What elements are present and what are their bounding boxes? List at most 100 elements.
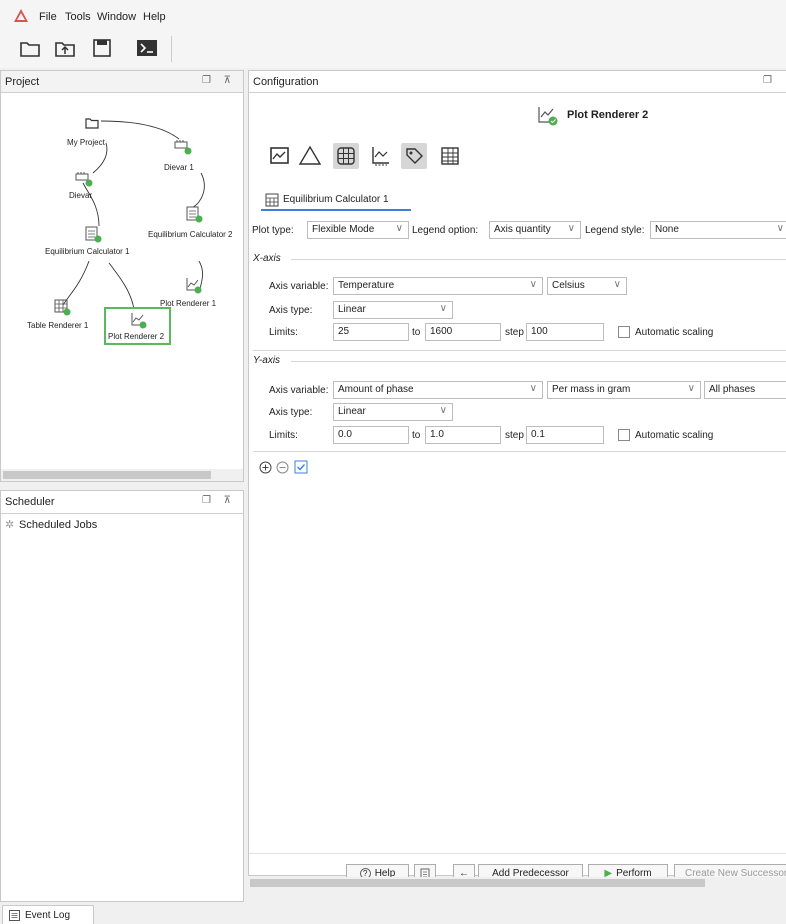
chevron-down-icon: ∨: [439, 405, 447, 416]
x-axis-divider: [291, 259, 786, 260]
y-axis-bottom-divider: [253, 451, 786, 452]
scheduler-panel-title: Scheduler: [5, 496, 55, 508]
calculator-icon: [265, 193, 279, 207]
x-axis-variable-label: Axis variable:: [269, 281, 329, 292]
x-axis-type-label: Axis type:: [269, 305, 313, 316]
event-log-label: Event Log: [25, 910, 71, 921]
restore-icon[interactable]: ❐: [202, 75, 211, 86]
enable-checkbox[interactable]: [294, 460, 308, 474]
menu-file[interactable]: File: [39, 11, 57, 23]
axis-chart-icon: [372, 147, 389, 166]
menu-window[interactable]: Window: [97, 11, 136, 23]
tab-equilibrium-calculator-1[interactable]: Equilibrium Calculator 1: [261, 189, 411, 211]
material-icon[interactable]: [75, 171, 93, 187]
chart-icon[interactable]: [185, 277, 203, 295]
y-axis-unit-select[interactable]: Per mass in gram ∨: [547, 381, 701, 399]
main-toolbar: [0, 30, 786, 68]
legend-option-label: Legend option:: [412, 225, 479, 236]
axis-tool-button[interactable]: [367, 143, 393, 169]
calculator-icon[interactable]: [85, 226, 103, 244]
plot-type-select[interactable]: Flexible Mode ∨: [307, 221, 409, 239]
triangle-icon: [298, 145, 322, 165]
chevron-down-icon: ∨: [687, 383, 695, 394]
event-log-tab[interactable]: Event Log: [2, 905, 94, 924]
project-panel: Project ❐ ⊼ My Project Dievar 1 Dievar E…: [0, 70, 244, 482]
config-scrollbar-track[interactable]: [248, 877, 786, 889]
node-title: Plot Renderer 2: [567, 109, 649, 121]
x-axis-limits-label: Limits:: [269, 327, 298, 338]
pin-icon[interactable]: ⊼: [224, 495, 231, 506]
project-scrollbar-thumb[interactable]: [3, 471, 211, 479]
scheduler-panel: Scheduler ❐ ⊼ ✲ Scheduled Jobs: [0, 490, 244, 902]
x-axis-variable-select[interactable]: Temperature ∨: [333, 277, 543, 295]
y-axis-auto-scaling-label: Automatic scaling: [635, 430, 714, 441]
x-axis-bottom-divider: [253, 350, 786, 351]
x-axis-unit-select[interactable]: Celsius ∨: [547, 277, 627, 295]
y-axis-type-select[interactable]: Linear ∨: [333, 403, 453, 421]
table-icon[interactable]: [54, 299, 72, 317]
node-my-project[interactable]: My Project: [67, 138, 105, 147]
node-plot2: Plot Renderer 2: [108, 332, 165, 341]
x-axis-type-select[interactable]: Linear ∨: [333, 301, 453, 319]
x-axis-auto-scaling-checkbox[interactable]: [618, 326, 630, 338]
node-table1[interactable]: Table Renderer 1: [27, 321, 88, 330]
y-axis-variable-select[interactable]: Amount of phase ∨: [333, 381, 543, 399]
material-icon[interactable]: [174, 139, 192, 155]
node-eq2[interactable]: Equilibrium Calculator 2: [148, 230, 232, 239]
y-axis-auto-scaling-checkbox[interactable]: [618, 429, 630, 441]
y-axis-step-label: step: [505, 430, 524, 441]
save-icon[interactable]: [92, 39, 112, 57]
triangle-tool-button[interactable]: [297, 143, 323, 169]
plot-settings-button[interactable]: [267, 143, 293, 169]
y-axis-limits-label: Limits:: [269, 430, 298, 441]
grid-tool-button[interactable]: [333, 143, 359, 169]
plot-type-value: Flexible Mode: [312, 224, 375, 235]
y-axis-to-input[interactable]: 1.0: [425, 426, 501, 444]
chevron-down-icon: ∨: [395, 223, 403, 234]
menu-bar: File Tools Window Help: [0, 0, 786, 30]
remove-axis-icon[interactable]: [276, 461, 289, 474]
open-folder-icon[interactable]: [55, 39, 75, 57]
x-axis-step-input[interactable]: 100: [526, 323, 604, 341]
config-scrollbar-thumb[interactable]: [250, 879, 705, 887]
menu-help[interactable]: Help: [143, 11, 166, 23]
node-dievar1[interactable]: Dievar 1: [164, 163, 194, 172]
project-scrollbar-track[interactable]: [1, 469, 243, 481]
restore-icon[interactable]: ❐: [763, 75, 772, 86]
restore-icon[interactable]: ❐: [202, 495, 211, 506]
y-axis-phases-select[interactable]: All phases: [704, 381, 786, 399]
node-eq1[interactable]: Equilibrium Calculator 1: [45, 247, 129, 256]
selected-node-plot2[interactable]: Plot Renderer 2: [104, 307, 171, 345]
y-axis-from-input[interactable]: 0.0: [333, 426, 409, 444]
node-dievar[interactable]: Dievar: [69, 191, 92, 200]
x-axis-from-input[interactable]: 25: [333, 323, 409, 341]
add-axis-icon[interactable]: [259, 461, 272, 474]
x-axis-step-label: step: [505, 327, 524, 338]
y-axis-unit-value: Per mass in gram: [552, 384, 631, 395]
folder-icon[interactable]: [20, 39, 40, 57]
y-axis-variable-value: Amount of phase: [338, 384, 414, 395]
label-tool-button[interactable]: [401, 143, 427, 169]
table-tool-button[interactable]: [437, 143, 463, 169]
y-axis-phases-value: All phases: [709, 384, 756, 395]
y-axis-type-label: Axis type:: [269, 407, 313, 418]
x-axis-to-input[interactable]: 1600: [425, 323, 501, 341]
y-axis-step-input[interactable]: 0.1: [526, 426, 604, 444]
gear-icon: ✲: [5, 519, 15, 531]
chart-icon: [131, 313, 147, 329]
menu-tools[interactable]: Tools: [65, 11, 91, 23]
y-axis-divider: [291, 361, 786, 362]
x-axis-section-title: X-axis: [253, 253, 281, 264]
legend-style-select[interactable]: None ∨: [650, 221, 786, 239]
scheduled-jobs-item[interactable]: Scheduled Jobs: [19, 519, 97, 531]
chevron-down-icon: ∨: [567, 223, 575, 234]
y-axis-variable-label: Axis variable:: [269, 385, 329, 396]
project-folder-icon[interactable]: [85, 117, 99, 129]
y-axis-type-value: Linear: [338, 406, 366, 417]
console-icon[interactable]: [136, 39, 158, 57]
x-axis-type-value: Linear: [338, 304, 366, 315]
chevron-down-icon: ∨: [613, 279, 621, 290]
calculator-icon[interactable]: [186, 206, 204, 224]
legend-option-select[interactable]: Axis quantity ∨: [489, 221, 581, 239]
pin-icon[interactable]: ⊼: [224, 75, 231, 86]
